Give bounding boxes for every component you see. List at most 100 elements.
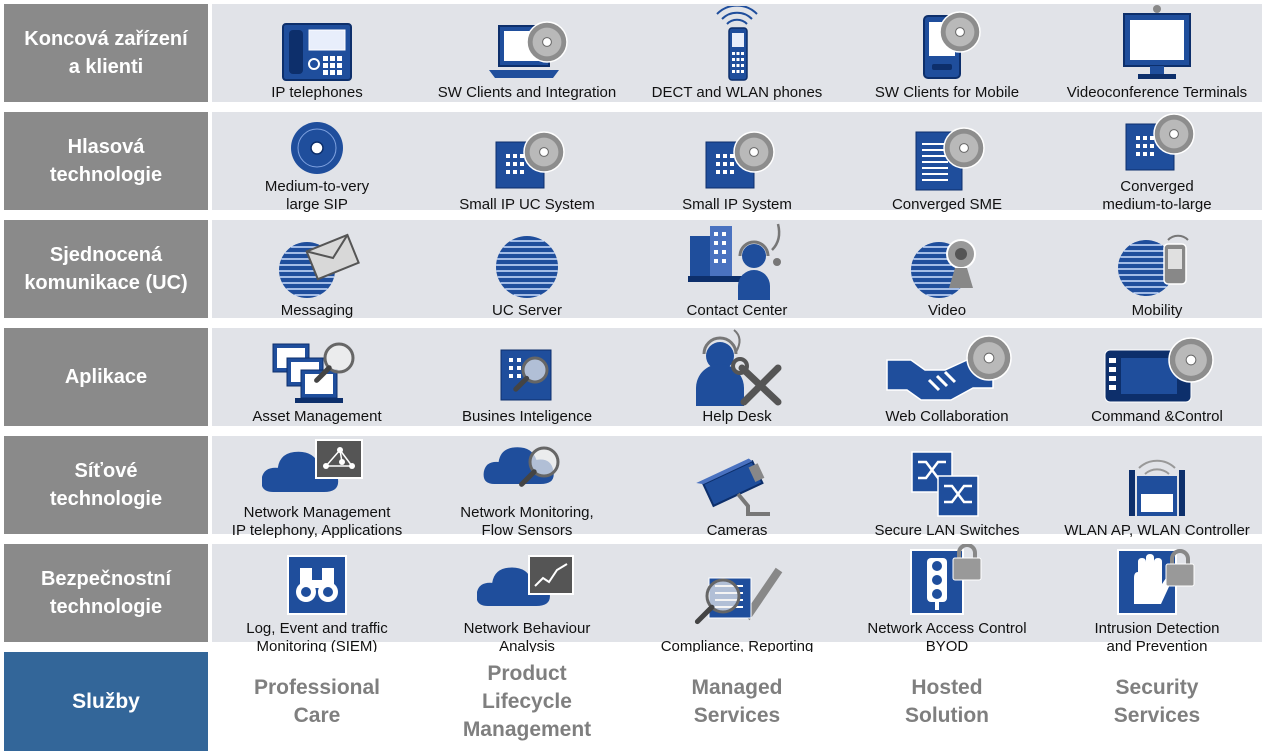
category-items: Messaging UC Server Contact Center Video … — [212, 220, 1262, 319]
product-label: Secure LAN Switches — [874, 522, 1020, 539]
category-label: Bezpečnostní technologie — [4, 544, 208, 642]
product-item: Network Monitoring, Flow Sensors — [422, 436, 632, 544]
product-item: UC Server — [422, 220, 632, 324]
product-label: UC Server — [491, 302, 562, 319]
product-label: Converged SME — [891, 196, 1003, 213]
hand-lock-icon — [1112, 544, 1202, 620]
product-label: WLAN AP, WLAN Controller — [1064, 522, 1250, 539]
switch-icon — [904, 448, 990, 522]
product-label: Medium-to-very large SIP — [264, 178, 370, 213]
traffic-light-lock-icon — [905, 544, 989, 620]
product-item: Messaging — [212, 220, 422, 324]
product-item: Small IP UC System — [422, 112, 632, 218]
mobile-disc-icon — [902, 6, 992, 84]
computers-magnifier-icon — [267, 336, 367, 408]
product-label: Help Desk — [702, 408, 772, 425]
product-label: Network Behaviour Analysis — [463, 620, 591, 655]
product-label: Network Access Control BYOD — [867, 620, 1027, 655]
category-items: Log, Event and traffic Monitoring (SIEM)… — [212, 544, 1262, 655]
product-label: Cameras — [706, 522, 768, 539]
globe-webcam-icon — [907, 234, 987, 302]
product-item: Command &Control — [1052, 328, 1262, 430]
product-item: Converged medium-to-large — [1052, 112, 1262, 218]
product-item: Cameras — [632, 436, 842, 544]
video-terminal-icon — [1112, 4, 1202, 84]
cloud-magnifier-icon — [482, 436, 572, 504]
product-item: Busines Inteligence — [422, 328, 632, 430]
cloud-chart-icon — [477, 552, 577, 620]
product-label: IP telephones — [271, 84, 363, 101]
product-item: Mobility — [1052, 220, 1262, 324]
disc-icon — [287, 120, 347, 178]
product-item: DECT and WLAN phones — [632, 4, 842, 106]
category-row: Koncová zařízení a klienti IP telephones… — [4, 4, 1262, 102]
product-label: Network Monitoring, Flow Sensors — [460, 504, 594, 539]
server-disc-icon — [482, 130, 572, 196]
product-item: Video — [842, 220, 1052, 324]
category-label: Hlasová technologie — [4, 112, 208, 210]
category-row: Sjednocená komunikace (UC) Messaging UC S… — [4, 220, 1262, 319]
services-items: Professional Care Product Lifecycle Manag… — [212, 652, 1262, 751]
cloud-network-icon — [262, 436, 372, 504]
globe-icon — [492, 234, 562, 302]
category-row: Bezpečnostní technologie Log, Event and … — [4, 544, 1262, 655]
product-item: Secure LAN Switches — [842, 436, 1052, 544]
service-item: Hosted Solution — [905, 675, 989, 727]
product-item: Converged SME — [842, 112, 1052, 218]
product-label: Mobility — [1131, 302, 1183, 319]
product-label: Small IP System — [682, 196, 792, 213]
product-item: IP telephones — [212, 4, 422, 106]
category-label: Aplikace — [4, 328, 208, 426]
binoculars-icon — [284, 552, 350, 620]
server-disc-icon — [692, 130, 782, 196]
product-label: Videoconference Terminals — [1066, 84, 1248, 101]
product-item: Videoconference Terminals — [1052, 4, 1262, 106]
category-items: Asset Management Busines Inteligence Hel… — [212, 328, 1262, 426]
product-item: Small IP System — [632, 112, 842, 218]
product-label: Command &Control — [1091, 408, 1223, 425]
product-item: Network Behaviour Analysis — [422, 544, 632, 660]
product-item: Help Desk — [632, 328, 842, 430]
control-panel-disc-icon — [1097, 336, 1217, 408]
category-row: Síťové technologie Network Management IP… — [4, 436, 1262, 539]
server-disc-icon — [1112, 112, 1202, 178]
product-item: WLAN AP, WLAN Controller — [1052, 436, 1262, 544]
product-label: Web Collaboration — [885, 408, 1009, 425]
handshake-disc-icon — [877, 334, 1017, 408]
product-item: Network Access Control BYOD — [842, 544, 1052, 660]
product-item: Network Management IP telephony, Applica… — [212, 436, 422, 544]
product-label: SW Clients for Mobile — [874, 84, 1020, 101]
service-item: Professional Care — [253, 675, 381, 727]
product-item: Compliance, Reporting — [632, 544, 842, 660]
product-label: Video — [927, 302, 967, 319]
camera-icon — [692, 454, 782, 522]
agent-headset-icon — [682, 220, 792, 302]
category-items: IP telephones SW Clients and Integration… — [212, 4, 1262, 102]
product-item: Asset Management — [212, 328, 422, 430]
service-item: Product Lifecycle Management — [462, 661, 592, 741]
product-label: Converged medium-to-large — [1102, 178, 1212, 213]
category-items: Medium-to-very large SIP Small IP UC Sys… — [212, 112, 1262, 213]
headset-tools-icon — [682, 328, 792, 408]
product-label: Small IP UC System — [459, 196, 595, 213]
laptop-disc-icon — [479, 18, 575, 84]
category-label: Síťové technologie — [4, 436, 208, 534]
globe-envelope-icon — [267, 232, 367, 302]
document-disc-icon — [902, 124, 992, 196]
services-label: Služby — [4, 652, 208, 751]
category-row: Aplikace Asset Management Busines Inteli… — [4, 328, 1262, 426]
product-label: SW Clients and Integration — [437, 84, 617, 101]
product-label: Messaging — [280, 302, 354, 319]
product-item: Contact Center — [632, 220, 842, 324]
category-label: Koncová zařízení a klienti — [4, 4, 208, 102]
dect-phone-icon — [707, 6, 767, 84]
box-magnifier-icon — [487, 340, 567, 408]
product-label: Intrusion Detection and Prevention — [1094, 620, 1220, 655]
service-item: Managed Services — [691, 675, 783, 727]
category-items: Network Management IP telephony, Applica… — [212, 436, 1262, 539]
service-item: Security Services — [1113, 675, 1201, 727]
globe-phone-icon — [1112, 230, 1202, 302]
product-item: SW Clients for Mobile — [842, 4, 1052, 106]
product-label: Log, Event and traffic Monitoring (SIEM) — [246, 620, 388, 655]
checklist-magnifier-icon — [677, 556, 797, 638]
